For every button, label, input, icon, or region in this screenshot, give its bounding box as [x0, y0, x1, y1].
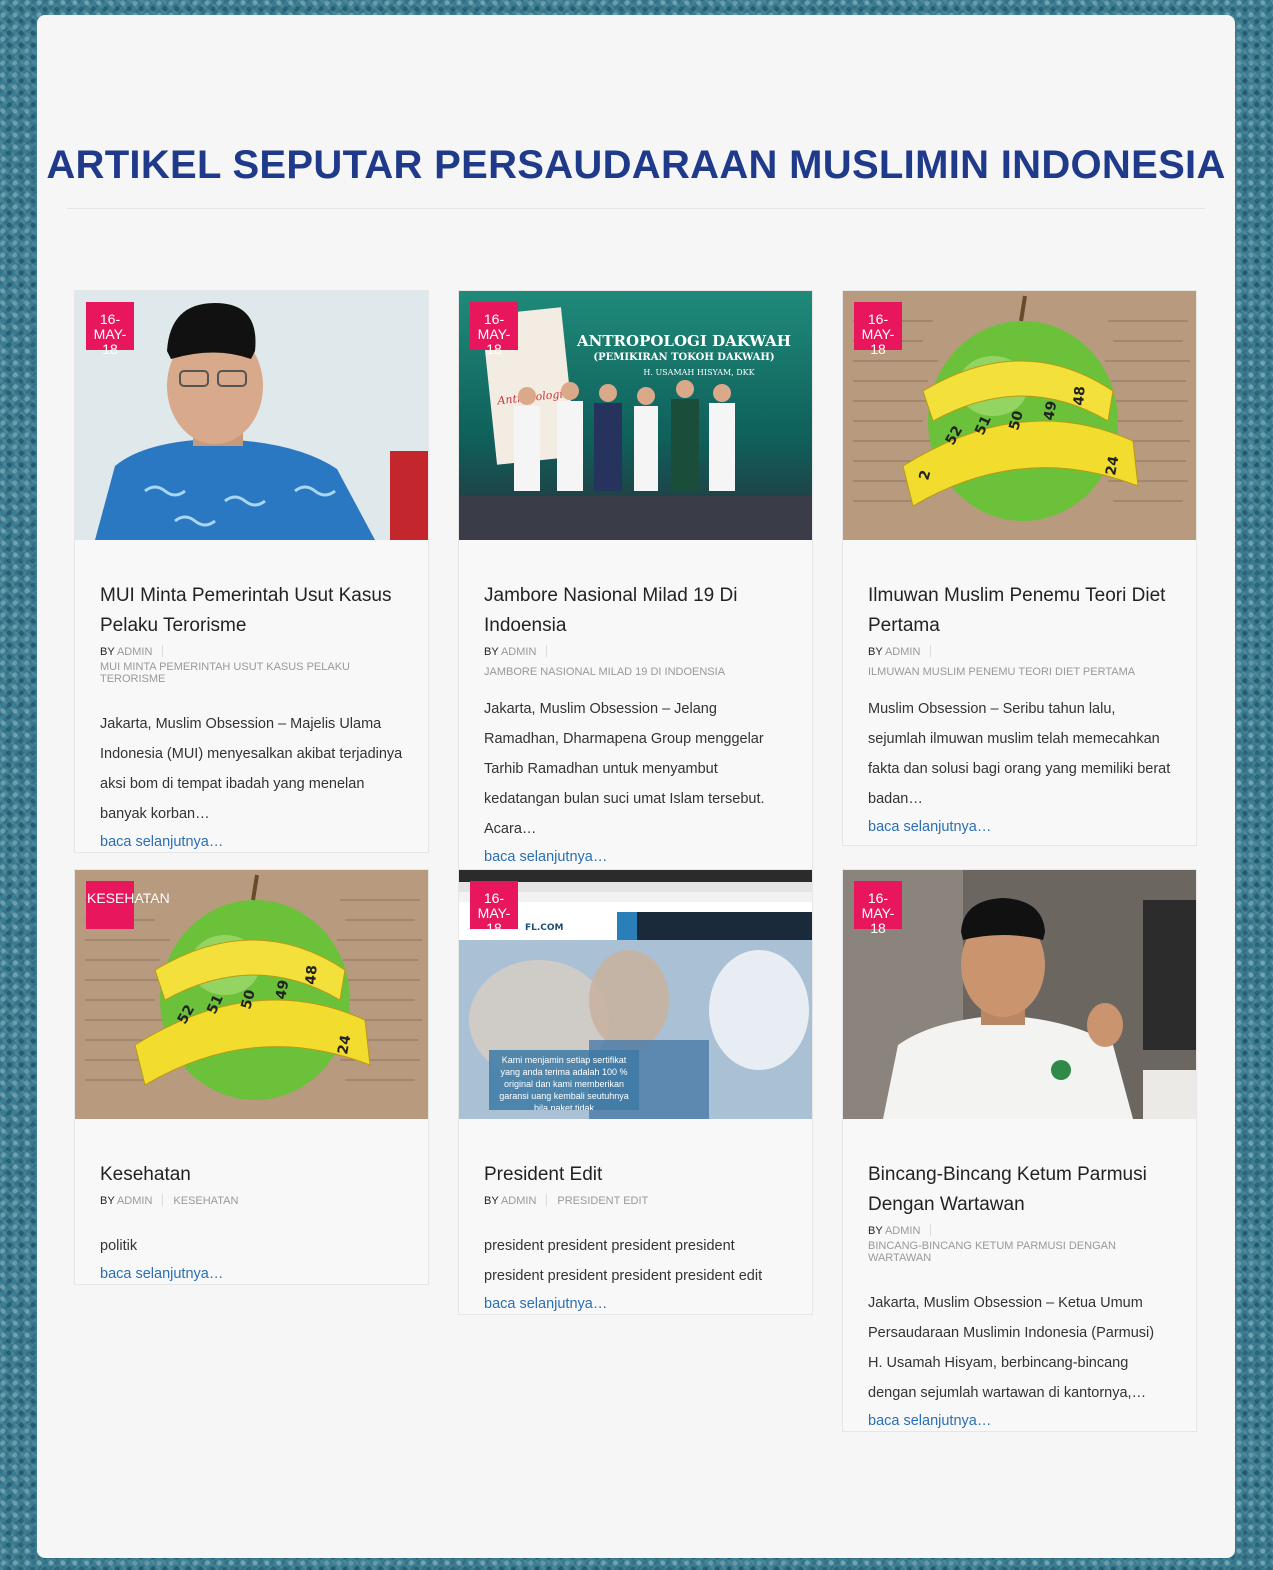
article-title[interactable]: Bincang-Bincang Ketum Parmusi Dengan War… — [868, 1160, 1171, 1220]
by-label: BY — [100, 646, 115, 658]
read-more-link[interactable]: baca selanjutnya… — [100, 1266, 403, 1282]
article-excerpt: politik — [100, 1238, 138, 1254]
date-badge: 16- MAY-18 — [470, 881, 518, 936]
article-meta: BY ADMIN MUI MINTA PEMERINTAH USUT KASUS… — [100, 645, 403, 685]
meta-divider — [930, 1224, 932, 1236]
article-body: President Edit BY ADMIN PRESIDENT EDIT pr… — [459, 1119, 812, 1312]
article-title[interactable]: President Edit — [484, 1160, 787, 1190]
by-label: BY — [484, 1195, 499, 1207]
read-more-link[interactable]: baca selanjutnya… — [868, 819, 1171, 835]
category-badge-text: KESEHATAN — [87, 890, 170, 906]
meta-divider — [546, 1194, 548, 1206]
article-card: FL.COM Kami menjamin setiap sertifikat y… — [458, 869, 813, 1315]
article-title[interactable]: Jambore Nasional Milad 19 Di Indoensia — [484, 581, 787, 641]
page-title: ARTIKEL SEPUTAR PERSAUDARAAN MUSLIMIN IN… — [46, 143, 1226, 187]
by-label: BY — [868, 1225, 883, 1237]
read-more-link[interactable]: baca selanjutnya… — [484, 849, 787, 865]
meta-divider — [930, 645, 932, 657]
category-badge: KESEHATAN — [86, 881, 170, 929]
article-excerpt: Jakarta, Muslim Obsession – Jelang Ramad… — [484, 701, 765, 837]
author-link[interactable]: ADMIN — [117, 1195, 152, 1207]
svg-text:48: 48 — [303, 965, 321, 986]
date-badge: 16- MAY-18 — [86, 302, 134, 357]
article-image[interactable]: 52 51 50 49 48 2 24 16- MAY-18 — [843, 291, 1196, 540]
date-badge: 16- MAY-18 — [854, 881, 902, 936]
article-image[interactable]: Antropologi ANTROPOLOGI DAKWAH (PEMIKIRA… — [459, 291, 812, 540]
article-body: Bincang-Bincang Ketum Parmusi Dengan War… — [843, 1119, 1196, 1429]
category-link[interactable]: ILMUWAN MUSLIM PENEMU TEORI DIET PERTAMA — [868, 666, 1171, 678]
date-badge: 16- MAY-18 — [470, 302, 518, 357]
by-label: BY — [100, 1195, 115, 1207]
article-excerpt: Jakarta, Muslim Obsession – Ketua Umum P… — [868, 1295, 1155, 1401]
read-more-link[interactable]: baca selanjutnya… — [100, 834, 403, 850]
article-meta: BY ADMIN KESEHATAN — [100, 1194, 403, 1207]
article-body: Ilmuwan Muslim Penemu Teori Diet Pertama… — [843, 540, 1196, 835]
article-meta: BY ADMIN ILMUWAN MUSLIM PENEMU TEORI DIE… — [868, 645, 1171, 678]
article-card: 16- MAY-18 MUI Minta Pemerintah Usut Kas… — [74, 290, 429, 853]
svg-text:49: 49 — [273, 979, 292, 1001]
article-card: 52 51 50 49 48 2 24 16- MAY-18 Ilmuwan M… — [842, 290, 1197, 846]
article-excerpt: Jakarta, Muslim Obsession – Majelis Ulam… — [100, 716, 403, 822]
author-link[interactable]: ADMIN — [501, 646, 536, 658]
author-link[interactable]: ADMIN — [885, 1225, 920, 1237]
image-author: H. USAMAH HISYAM, DKK — [643, 368, 755, 377]
article-image[interactable]: 16- MAY-18 — [843, 870, 1196, 1119]
meta-divider — [162, 645, 164, 657]
article-title[interactable]: Ilmuwan Muslim Penemu Teori Diet Pertama — [868, 581, 1171, 641]
article-excerpt: Muslim Obsession – Seribu tahun lalu, se… — [868, 701, 1171, 807]
author-link[interactable]: ADMIN — [117, 646, 152, 658]
read-more-link[interactable]: baca selanjutnya… — [484, 1296, 787, 1312]
by-label: BY — [868, 646, 883, 658]
svg-text:24: 24 — [1103, 454, 1122, 476]
article-meta: BY ADMIN PRESIDENT EDIT — [484, 1194, 787, 1207]
image-headline: ANTROPOLOGI DAKWAH — [576, 332, 791, 350]
article-title[interactable]: Kesehatan — [100, 1160, 403, 1190]
svg-text:48: 48 — [1071, 386, 1089, 407]
article-body: Jambore Nasional Milad 19 Di Indoensia B… — [459, 540, 812, 865]
article-card: 16- MAY-18 Bincang-Bincang Ketum Parmusi… — [842, 869, 1197, 1432]
site-logo-text: FL.COM — [525, 923, 564, 933]
category-link[interactable]: JAMBORE NASIONAL MILAD 19 DI INDOENSIA — [484, 666, 787, 678]
article-excerpt: president president president president … — [484, 1238, 763, 1284]
category-link[interactable]: KESEHATAN — [173, 1195, 238, 1207]
article-body: Kesehatan BY ADMIN KESEHATAN politik baca… — [75, 1119, 428, 1282]
content-panel: ARTIKEL SEPUTAR PERSAUDARAAN MUSLIMIN IN… — [37, 15, 1235, 1558]
category-link[interactable]: BINCANG-BINCANG KETUM PARMUSI DENGAN WAR… — [868, 1240, 1171, 1264]
date-badge: 16- MAY-18 — [854, 302, 902, 357]
author-link[interactable]: ADMIN — [885, 646, 920, 658]
article-image[interactable]: 52 51 50 49 48 24 KESEHATAN — [75, 870, 428, 1119]
article-card: Antropologi ANTROPOLOGI DAKWAH (PEMIKIRA… — [458, 290, 813, 870]
by-label: BY — [484, 646, 499, 658]
category-link[interactable]: MUI MINTA PEMERINTAH USUT KASUS PELAKU T… — [100, 661, 403, 685]
category-link[interactable]: PRESIDENT EDIT — [557, 1195, 648, 1207]
image-caption: Kami menjamin setiap sertifikat yang and… — [499, 1055, 629, 1110]
meta-divider — [546, 645, 548, 657]
article-image[interactable]: 16- MAY-18 — [75, 291, 428, 540]
title-divider — [67, 208, 1205, 209]
article-card: 52 51 50 49 48 24 KESEHATAN Kesehatan BY… — [74, 869, 429, 1285]
svg-text:49: 49 — [1041, 400, 1060, 422]
article-image[interactable]: FL.COM Kami menjamin setiap sertifikat y… — [459, 870, 812, 1119]
svg-text:24: 24 — [335, 1033, 354, 1055]
article-meta: BY ADMIN BINCANG-BINCANG KETUM PARMUSI D… — [868, 1224, 1171, 1264]
article-meta: BY ADMIN JAMBORE NASIONAL MILAD 19 DI IN… — [484, 645, 787, 678]
read-more-link[interactable]: baca selanjutnya… — [868, 1413, 1171, 1429]
article-body: MUI Minta Pemerintah Usut Kasus Pelaku T… — [75, 540, 428, 850]
author-link[interactable]: ADMIN — [501, 1195, 536, 1207]
article-title[interactable]: MUI Minta Pemerintah Usut Kasus Pelaku T… — [100, 581, 403, 641]
meta-divider — [162, 1194, 164, 1206]
image-subheadline: (PEMIKIRAN TOKOH DAKWAH) — [593, 352, 774, 363]
